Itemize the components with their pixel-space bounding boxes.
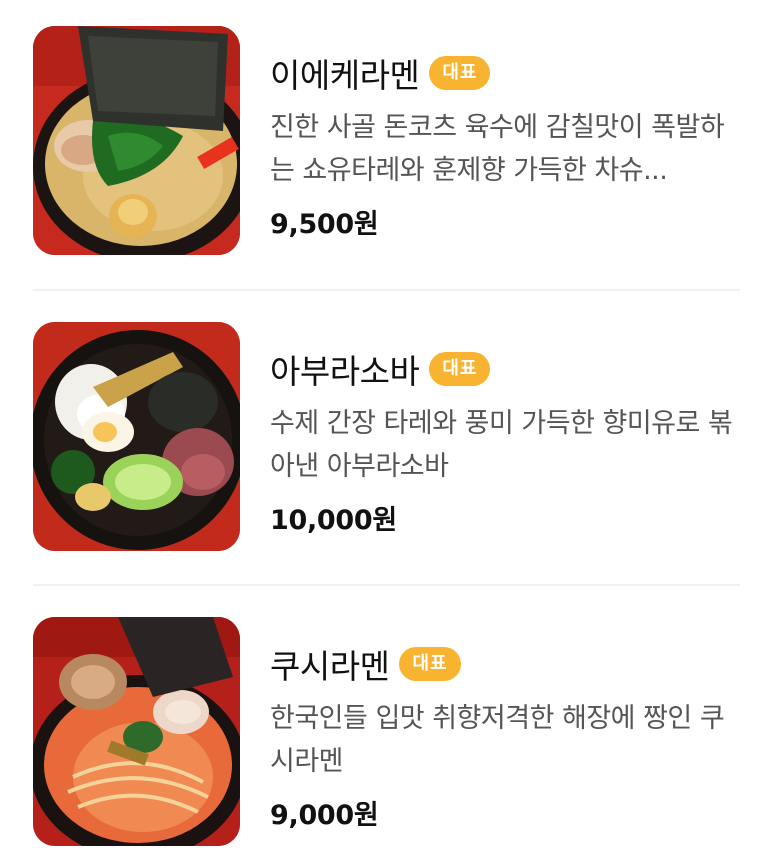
divider xyxy=(33,289,740,291)
menu-item-abura-soba[interactable]: 아부라소바 대표 수제 간장 타레와 풍미 가득한 향미유로 볶아낸 아부라소바… xyxy=(0,322,773,562)
menu-item-info: 아부라소바 대표 수제 간장 타레와 풍미 가득한 향미유로 볶아낸 아부라소바… xyxy=(270,344,750,537)
title-row: 쿠시라멘 대표 xyxy=(270,639,750,689)
menu-item-price: 9,000원 xyxy=(270,800,379,831)
title-row: 아부라소바 대표 xyxy=(270,344,750,394)
divider xyxy=(33,584,740,586)
spicy-ramen-photo-image xyxy=(33,617,240,846)
menu-item-description: 진한 사골 돈코츠 육수에 감칠맛이 폭발하는 쇼유타레와 훈제향 가득한 차슈… xyxy=(270,112,725,186)
menu-item-price: 9,500원 xyxy=(270,209,379,240)
signature-badge: 대표 xyxy=(399,647,461,681)
signature-badge: 대표 xyxy=(429,352,491,386)
abura-soba-photo-image xyxy=(33,322,240,551)
menu-photo[interactable] xyxy=(33,617,240,846)
menu-photo[interactable] xyxy=(33,26,240,255)
menu-item-description: 수제 간장 타레와 풍미 가득한 향미유로 볶아낸 아부라소바 xyxy=(270,408,733,482)
menu-item-iekei-ramen[interactable]: 이에케라멘 대표 진한 사골 돈코츠 육수에 감칠맛이 폭발하는 쇼유타레와 훈… xyxy=(0,26,773,266)
menu-item-description: 한국인들 입맛 취향저격한 해장에 짱인 쿠시라멘 xyxy=(270,703,725,777)
menu-item-name: 쿠시라멘 xyxy=(270,647,390,686)
menu-item-name: 이에케라멘 xyxy=(270,56,420,95)
ramen-photo-image xyxy=(33,26,240,255)
menu-item-kushi-ramen[interactable]: 쿠시라멘 대표 한국인들 입맛 취향저격한 해장에 짱인 쿠시라멘 9,000원 xyxy=(0,617,773,857)
menu-item-price: 10,000원 xyxy=(270,505,397,536)
signature-badge: 대표 xyxy=(429,56,491,90)
menu-item-info: 쿠시라멘 대표 한국인들 입맛 취향저격한 해장에 짱인 쿠시라멘 9,000원 xyxy=(270,639,750,832)
menu-photo[interactable] xyxy=(33,322,240,551)
menu-item-name: 아부라소바 xyxy=(270,352,420,391)
menu-item-info: 이에케라멘 대표 진한 사골 돈코츠 육수에 감칠맛이 폭발하는 쇼유타레와 훈… xyxy=(270,48,750,241)
title-row: 이에케라멘 대표 xyxy=(270,48,750,98)
